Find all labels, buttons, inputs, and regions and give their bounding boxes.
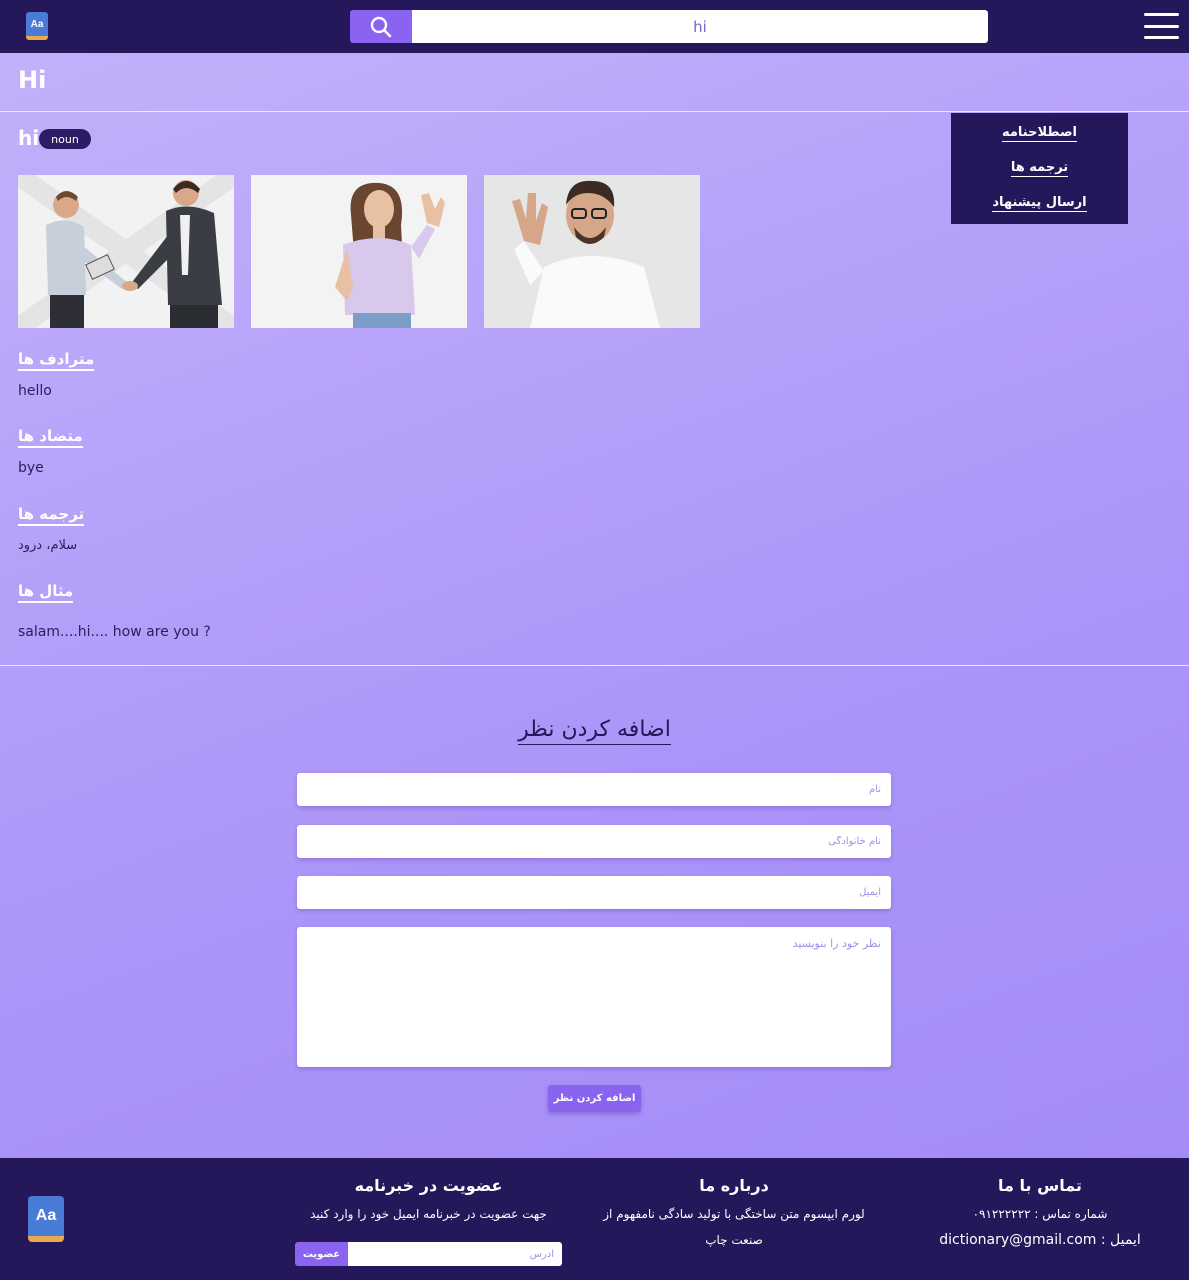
handshake-image	[18, 175, 234, 328]
entry-word: hi	[18, 126, 40, 150]
footer: Aa عضویت در خبرنامه جهت عضویت در خبرنامه…	[0, 1158, 1189, 1280]
divider	[0, 111, 1189, 112]
comment-textarea[interactable]	[297, 927, 891, 1067]
last-name-field[interactable]	[297, 825, 891, 858]
part-of-speech-badge: noun	[39, 129, 91, 149]
about-text: لورم ایپسوم متن ساختگی با تولید سادگی نا…	[603, 1207, 865, 1247]
newsletter-text: جهت عضویت در خبرنامه ایمیل خود را وارد ک…	[310, 1207, 547, 1221]
side-menu: اصطلاحنامه ترجمه ها ارسال پیشنهاد	[951, 113, 1128, 224]
waving-man-image	[484, 175, 700, 328]
side-menu-item-send-suggestion[interactable]: ارسال پیشنهاد	[951, 195, 1128, 212]
contact-section: تماس با ما شماره تماس : ۰۹۱۲۲۲۲۲۲ ایمیل …	[930, 1176, 1150, 1253]
dictionary-logo-icon[interactable]: Aa	[28, 1196, 64, 1242]
search-input[interactable]	[412, 10, 988, 43]
contact-phone: شماره تماس : ۰۹۱۲۲۲۲۲۲	[972, 1207, 1108, 1221]
newsletter-email-input[interactable]	[348, 1242, 562, 1266]
search-button[interactable]	[350, 10, 412, 43]
translations-value: سلام، درود	[18, 538, 78, 553]
contact-email[interactable]: ایمیل : dictionary@gmail.com	[930, 1227, 1150, 1253]
dictionary-logo-icon[interactable]: Aa	[26, 12, 48, 40]
subscribe-button[interactable]: عضویت	[295, 1242, 348, 1266]
antonyms-value: bye	[18, 460, 44, 476]
email-field[interactable]	[297, 876, 891, 909]
translations-heading: ترجمه ها	[18, 505, 85, 526]
about-title: درباره ما	[699, 1176, 769, 1195]
comment-form-title: اضافه کردن نظر	[0, 717, 1189, 745]
search-icon	[370, 16, 392, 37]
side-menu-item-translations[interactable]: ترجمه ها	[951, 160, 1128, 177]
divider	[0, 665, 1189, 666]
synonyms-heading: مترادف ها	[18, 350, 95, 371]
antonyms-heading: متضاد ها	[18, 427, 83, 448]
examples-value: salam....hi.... how are you ?	[18, 624, 211, 640]
top-navbar: Aa	[0, 0, 1189, 53]
newsletter-title: عضویت در خبرنامه	[354, 1176, 503, 1195]
hamburger-menu-icon[interactable]	[1144, 13, 1179, 39]
contact-title: تماس با ما	[998, 1176, 1082, 1195]
synonyms-value: hello	[18, 383, 52, 399]
about-section: درباره ما لورم ایپسوم متن ساختگی با تولی…	[588, 1176, 880, 1253]
first-name-field[interactable]	[297, 773, 891, 806]
newsletter-section: عضویت در خبرنامه جهت عضویت در خبرنامه ای…	[295, 1176, 562, 1227]
page-title: Hi	[18, 66, 47, 94]
waving-woman-image	[251, 175, 467, 328]
add-comment-button[interactable]: اضافه کردن نظر	[548, 1085, 641, 1112]
side-menu-item-thesaurus[interactable]: اصطلاحنامه	[951, 125, 1128, 142]
examples-heading: مثال ها	[18, 582, 74, 603]
